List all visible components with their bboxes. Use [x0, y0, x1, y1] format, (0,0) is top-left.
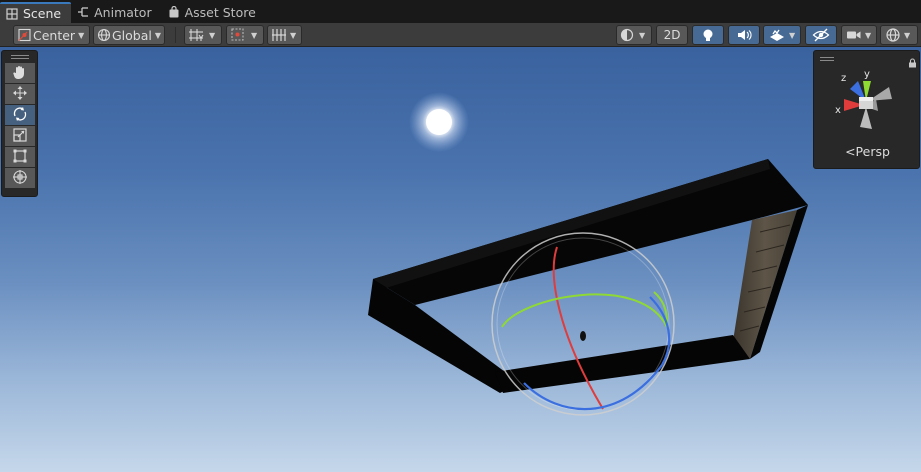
camera-icon [846, 29, 862, 41]
grid-snap-dropdown[interactable]: ▼ [184, 25, 222, 45]
tab-asset-store-label: Asset Store [184, 4, 256, 20]
gizmos-dropdown[interactable]: ▼ [880, 25, 918, 45]
pivot-mode-dropdown[interactable]: Center ▼ [13, 25, 90, 45]
draw-mode-dropdown[interactable]: ▼ [616, 25, 652, 45]
hand-icon [12, 64, 28, 83]
rect-tool-button[interactable] [5, 147, 35, 167]
effects-dropdown[interactable]: ▼ [763, 25, 801, 45]
animator-icon [77, 6, 89, 18]
chevron-down-icon: ▼ [290, 30, 297, 40]
handle-space-label: Global [112, 27, 152, 43]
scene-grid-icon [6, 7, 18, 20]
bag-icon [168, 6, 180, 18]
chevron-down-icon: ▼ [865, 30, 872, 40]
rotate-icon [12, 106, 28, 125]
chevron-down-icon: ▼ [904, 30, 911, 40]
2d-mode-label: 2D [663, 28, 681, 42]
lighting-toggle[interactable] [692, 25, 724, 45]
lightbulb-icon [701, 28, 715, 43]
scene-viewport[interactable] [0, 47, 921, 472]
grid-snap-icon [188, 27, 206, 43]
tab-animator[interactable]: Animator [71, 1, 161, 23]
tools-overlay [1, 50, 38, 197]
axis-gizmo[interactable]: z y x [814, 51, 921, 141]
scene-toolbar: Center ▼ Global ▼ ▼ ▼ ▼ ▼ 2D ▼ ▼ ▼ [0, 23, 921, 47]
hand-tool-button[interactable] [5, 63, 35, 83]
chevron-down-icon: ▼ [639, 30, 646, 40]
gizmo-globe-icon [885, 27, 901, 43]
2d-mode-button[interactable]: 2D [656, 25, 688, 45]
increment-snap-icon [230, 27, 248, 43]
pivot-center-icon [17, 28, 33, 42]
globe-icon [97, 28, 112, 42]
scale-icon [12, 127, 28, 146]
chevron-down-icon: ▼ [789, 30, 796, 40]
move-icon [12, 85, 28, 104]
effects-layers-icon [768, 28, 786, 43]
axis-x-label: x [835, 105, 841, 116]
camera-settings-dropdown[interactable]: ▼ [841, 25, 877, 45]
speaker-icon [736, 28, 752, 42]
chevron-down-icon: ▼ [78, 30, 85, 40]
axis-y-label: y [864, 69, 870, 80]
scene-render [368, 92, 808, 416]
sun [409, 92, 469, 152]
projection-label: Persp [855, 144, 890, 159]
tab-asset-store[interactable]: Asset Store [162, 1, 266, 23]
audio-toggle[interactable] [728, 25, 760, 45]
perspective-chevron-icon: < [845, 144, 856, 159]
scale-tool-button[interactable] [5, 126, 35, 146]
tab-scene-label: Scene [23, 6, 62, 21]
move-tool-button[interactable] [5, 84, 35, 104]
rect-icon [12, 148, 28, 167]
tab-scene[interactable]: Scene [0, 2, 72, 23]
axis-z-label: z [841, 73, 846, 84]
shaded-sphere-icon [620, 28, 636, 42]
increment-snap-dropdown[interactable]: ▼ [226, 25, 264, 45]
pivot-mode-label: Center [33, 27, 76, 43]
rotate-tool-button[interactable] [5, 105, 35, 125]
drag-handle[interactable] [11, 55, 29, 59]
transform-icon [12, 169, 28, 188]
frame-object[interactable] [368, 159, 808, 393]
chevron-down-icon: ▼ [209, 30, 216, 40]
chevron-down-icon: ▼ [251, 30, 258, 40]
chevron-down-icon: ▼ [154, 30, 162, 40]
projection-toggle[interactable]: <Persp [814, 144, 921, 159]
handle-space-dropdown[interactable]: Global ▼ [93, 25, 165, 45]
orientation-gizmo-panel: z y x <Persp [813, 50, 920, 169]
align-snap-dropdown[interactable]: ▼ [267, 25, 302, 45]
tab-animator-label: Animator [94, 4, 152, 20]
toolbar-divider [175, 27, 176, 43]
tab-bar: Scene Animator Asset Store [0, 0, 921, 23]
align-snap-icon [271, 28, 287, 42]
transform-tool-button[interactable] [5, 168, 35, 188]
hidden-objects-toggle[interactable] [805, 25, 837, 45]
eye-slash-icon [812, 28, 830, 42]
